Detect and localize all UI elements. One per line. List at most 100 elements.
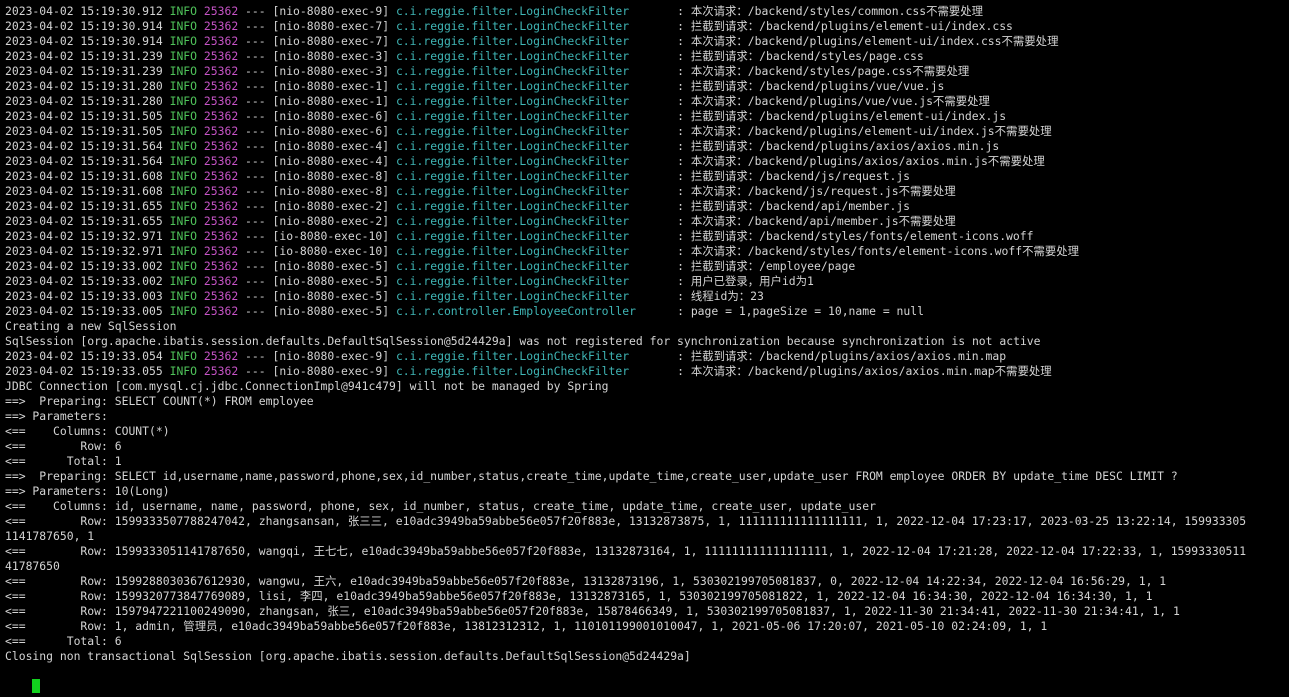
log-level: INFO bbox=[169, 94, 198, 108]
log-pid: 25362 bbox=[203, 199, 239, 213]
log-line: 2023-04-02 15:19:32.971 INFO 25362 --- [… bbox=[5, 229, 1289, 244]
log-pid: 25362 bbox=[203, 139, 239, 153]
log-separator: --- bbox=[245, 184, 266, 198]
log-message: : 本次请求：/backend/styles/common.css不需要处理 bbox=[677, 4, 984, 18]
log-line: 2023-04-02 15:19:30.914 INFO 25362 --- [… bbox=[5, 34, 1289, 49]
terminal-prompt-line[interactable] bbox=[5, 664, 1289, 693]
console-line: <== Total: 1 bbox=[5, 454, 1289, 469]
log-level: INFO bbox=[169, 259, 198, 273]
log-logger: c.i.reggie.filter.LoginCheckFilter bbox=[395, 214, 671, 228]
log-timestamp: 2023-04-02 15:19:31.280 bbox=[5, 79, 163, 93]
log-logger: c.i.reggie.filter.LoginCheckFilter bbox=[395, 244, 671, 258]
console-text: 1141787650, 1 bbox=[5, 529, 95, 543]
log-separator: --- bbox=[245, 169, 266, 183]
log-thread: [nio-8080-exec-3] bbox=[272, 64, 390, 78]
console-line: <== Row: 1597947221100249090, zhangsan, … bbox=[5, 604, 1289, 619]
log-line: 2023-04-02 15:19:31.505 INFO 25362 --- [… bbox=[5, 109, 1289, 124]
log-thread: [nio-8080-exec-4] bbox=[272, 154, 390, 168]
log-timestamp: 2023-04-02 15:19:33.002 bbox=[5, 259, 163, 273]
terminal-window[interactable]: 2023-04-02 15:19:30.912 INFO 25362 --- [… bbox=[0, 0, 1289, 697]
log-message: : 拦截到请求：/backend/plugins/axios/axios.min… bbox=[677, 139, 1000, 153]
log-line: 2023-04-02 15:19:31.564 INFO 25362 --- [… bbox=[5, 154, 1289, 169]
log-logger: c.i.reggie.filter.LoginCheckFilter bbox=[395, 184, 671, 198]
log-level: INFO bbox=[169, 169, 198, 183]
log-pid: 25362 bbox=[203, 259, 239, 273]
console-line: ==> Preparing: SELECT COUNT(*) FROM empl… bbox=[5, 394, 1289, 409]
log-message: : 拦截到请求：/backend/plugins/vue/vue.js bbox=[677, 79, 945, 93]
log-thread: [nio-8080-exec-9] bbox=[272, 364, 390, 378]
log-logger: c.i.reggie.filter.LoginCheckFilter bbox=[395, 199, 671, 213]
log-timestamp: 2023-04-02 15:19:31.655 bbox=[5, 199, 163, 213]
log-message: : 拦截到请求：/backend/plugins/axios/axios.min… bbox=[677, 349, 1007, 363]
console-text: 41787650 bbox=[5, 559, 60, 573]
log-level: INFO bbox=[169, 229, 198, 243]
console-line: SqlSession [org.apache.ibatis.session.de… bbox=[5, 334, 1289, 349]
log-line: 2023-04-02 15:19:33.003 INFO 25362 --- [… bbox=[5, 289, 1289, 304]
log-separator: --- bbox=[245, 214, 266, 228]
log-timestamp: 2023-04-02 15:19:31.608 bbox=[5, 169, 163, 183]
log-logger: c.i.reggie.filter.LoginCheckFilter bbox=[395, 79, 671, 93]
console-text: <== Row: 6 bbox=[5, 439, 122, 453]
log-line: 2023-04-02 15:19:31.608 INFO 25362 --- [… bbox=[5, 169, 1289, 184]
log-logger: c.i.reggie.filter.LoginCheckFilter bbox=[395, 274, 671, 288]
log-pid: 25362 bbox=[203, 304, 239, 318]
log-message: : 拦截到请求：/backend/api/member.js bbox=[677, 199, 911, 213]
log-thread: [nio-8080-exec-5] bbox=[272, 274, 390, 288]
log-timestamp: 2023-04-02 15:19:33.002 bbox=[5, 274, 163, 288]
log-message: : 本次请求：/backend/styles/page.css不需要处理 bbox=[677, 64, 970, 78]
log-line: 2023-04-02 15:19:31.239 INFO 25362 --- [… bbox=[5, 49, 1289, 64]
log-thread: [nio-8080-exec-9] bbox=[272, 4, 390, 18]
log-message: : 本次请求：/backend/js/request.js不需要处理 bbox=[677, 184, 956, 198]
console-line: 1141787650, 1 bbox=[5, 529, 1289, 544]
console-text: <== Row: 1599320773847769089, lisi, 李四, … bbox=[5, 589, 1153, 603]
log-pid: 25362 bbox=[203, 364, 239, 378]
console-line: ==> Parameters: 10(Long) bbox=[5, 484, 1289, 499]
log-message: : 线程id为：23 bbox=[677, 289, 764, 303]
log-message: : 本次请求：/backend/plugins/element-ui/index… bbox=[677, 124, 1052, 138]
log-timestamp: 2023-04-02 15:19:30.912 bbox=[5, 4, 163, 18]
log-pid: 25362 bbox=[203, 349, 239, 363]
console-line: JDBC Connection [com.mysql.cj.jdbc.Conne… bbox=[5, 379, 1289, 394]
log-thread: [nio-8080-exec-3] bbox=[272, 49, 390, 63]
log-separator: --- bbox=[245, 139, 266, 153]
log-separator: --- bbox=[245, 19, 266, 33]
log-thread: [nio-8080-exec-8] bbox=[272, 184, 390, 198]
log-pid: 25362 bbox=[203, 289, 239, 303]
log-separator: --- bbox=[245, 34, 266, 48]
log-level: INFO bbox=[169, 109, 198, 123]
log-pid: 25362 bbox=[203, 229, 239, 243]
log-separator: --- bbox=[245, 154, 266, 168]
log-message: : 本次请求：/backend/plugins/axios/axios.min.… bbox=[677, 364, 1052, 378]
log-pid: 25362 bbox=[203, 109, 239, 123]
log-message: : 本次请求：/backend/plugins/vue/vue.js不需要处理 bbox=[677, 94, 990, 108]
log-pid: 25362 bbox=[203, 169, 239, 183]
log-line: 2023-04-02 15:19:33.002 INFO 25362 --- [… bbox=[5, 259, 1289, 274]
console-line: Creating a new SqlSession bbox=[5, 319, 1289, 334]
log-separator: --- bbox=[245, 349, 266, 363]
log-level: INFO bbox=[169, 49, 198, 63]
log-pid: 25362 bbox=[203, 184, 239, 198]
log-pid: 25362 bbox=[203, 124, 239, 138]
console-text: <== Row: 1599333051141787650, wangqi, 王七… bbox=[5, 544, 1247, 558]
log-pid: 25362 bbox=[203, 79, 239, 93]
log-thread: [nio-8080-exec-1] bbox=[272, 79, 390, 93]
log-separator: --- bbox=[245, 109, 266, 123]
log-logger: c.i.reggie.filter.LoginCheckFilter bbox=[395, 349, 671, 363]
log-thread: [nio-8080-exec-5] bbox=[272, 304, 390, 318]
log-timestamp: 2023-04-02 15:19:31.505 bbox=[5, 124, 163, 138]
log-timestamp: 2023-04-02 15:19:31.280 bbox=[5, 94, 163, 108]
console-text: ==> Preparing: SELECT id,username,name,p… bbox=[5, 469, 1178, 483]
log-message: : 用户已登录，用户id为1 bbox=[677, 274, 814, 288]
log-separator: --- bbox=[245, 4, 266, 18]
console-text: <== Columns: COUNT(*) bbox=[5, 424, 170, 438]
log-line: 2023-04-02 15:19:31.280 INFO 25362 --- [… bbox=[5, 94, 1289, 109]
log-line: 2023-04-02 15:19:33.005 INFO 25362 --- [… bbox=[5, 304, 1289, 319]
log-separator: --- bbox=[245, 244, 266, 258]
log-logger: c.i.reggie.filter.LoginCheckFilter bbox=[395, 364, 671, 378]
log-separator: --- bbox=[245, 259, 266, 273]
log-thread: [nio-8080-exec-2] bbox=[272, 199, 390, 213]
console-text: Closing non transactional SqlSession [or… bbox=[5, 649, 691, 663]
log-pid: 25362 bbox=[203, 19, 239, 33]
log-message: : 拦截到请求：/backend/js/request.js bbox=[677, 169, 911, 183]
console-text: <== Total: 6 bbox=[5, 634, 122, 648]
